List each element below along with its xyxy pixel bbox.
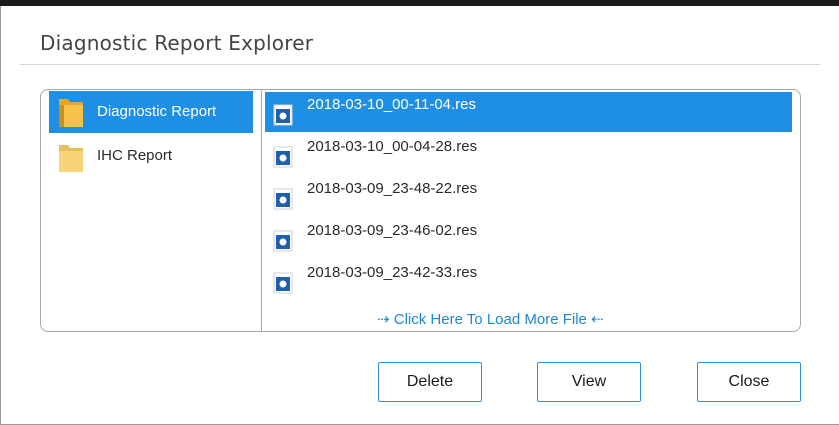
file-item[interactable]: 2018-03-09_23-48-22.res	[265, 176, 792, 216]
folder-label: Diagnostic Report	[97, 103, 217, 120]
file-name: 2018-03-09_23-48-22.res	[307, 180, 478, 197]
explorer-panel: Diagnostic Report IHC Report 2018-03-10_…	[40, 89, 801, 332]
file-icon	[273, 188, 293, 210]
folder-label: IHC Report	[97, 147, 173, 164]
file-icon	[273, 104, 293, 126]
file-name: 2018-03-09_23-42-33.res	[307, 264, 478, 281]
dialog-title: Diagnostic Report Explorer	[40, 31, 314, 55]
delete-button[interactable]: Delete	[378, 362, 482, 402]
file-list: 2018-03-10_00-11-04.res 2018-03-10_00-04…	[262, 90, 800, 331]
file-item[interactable]: 2018-03-10_00-11-04.res	[265, 92, 792, 132]
window-top-bar	[0, 0, 839, 6]
file-name: 2018-03-09_23-46-02.res	[307, 222, 478, 239]
load-more-link[interactable]: ⇢ Click Here To Load More File ⇠	[377, 310, 604, 328]
file-item[interactable]: 2018-03-10_00-04-28.res	[265, 134, 792, 174]
file-item[interactable]: 2018-03-09_23-42-33.res	[265, 260, 792, 300]
view-button[interactable]: View	[537, 362, 641, 402]
title-divider	[20, 64, 820, 65]
folder-icon	[59, 145, 83, 172]
file-icon	[273, 272, 293, 294]
file-icon	[273, 230, 293, 252]
folder-item-diagnostic-report[interactable]: Diagnostic Report	[49, 91, 253, 133]
file-name: 2018-03-10_00-04-28.res	[307, 138, 478, 155]
file-icon	[273, 146, 293, 168]
file-item[interactable]: 2018-03-09_23-46-02.res	[265, 218, 792, 258]
folder-icon	[59, 99, 83, 127]
file-name: 2018-03-10_00-11-04.res	[307, 96, 477, 113]
folder-list: Diagnostic Report IHC Report	[41, 90, 261, 331]
folder-item-ihc-report[interactable]: IHC Report	[49, 135, 253, 177]
window-left-border	[0, 6, 1, 425]
close-button[interactable]: Close	[697, 362, 801, 402]
